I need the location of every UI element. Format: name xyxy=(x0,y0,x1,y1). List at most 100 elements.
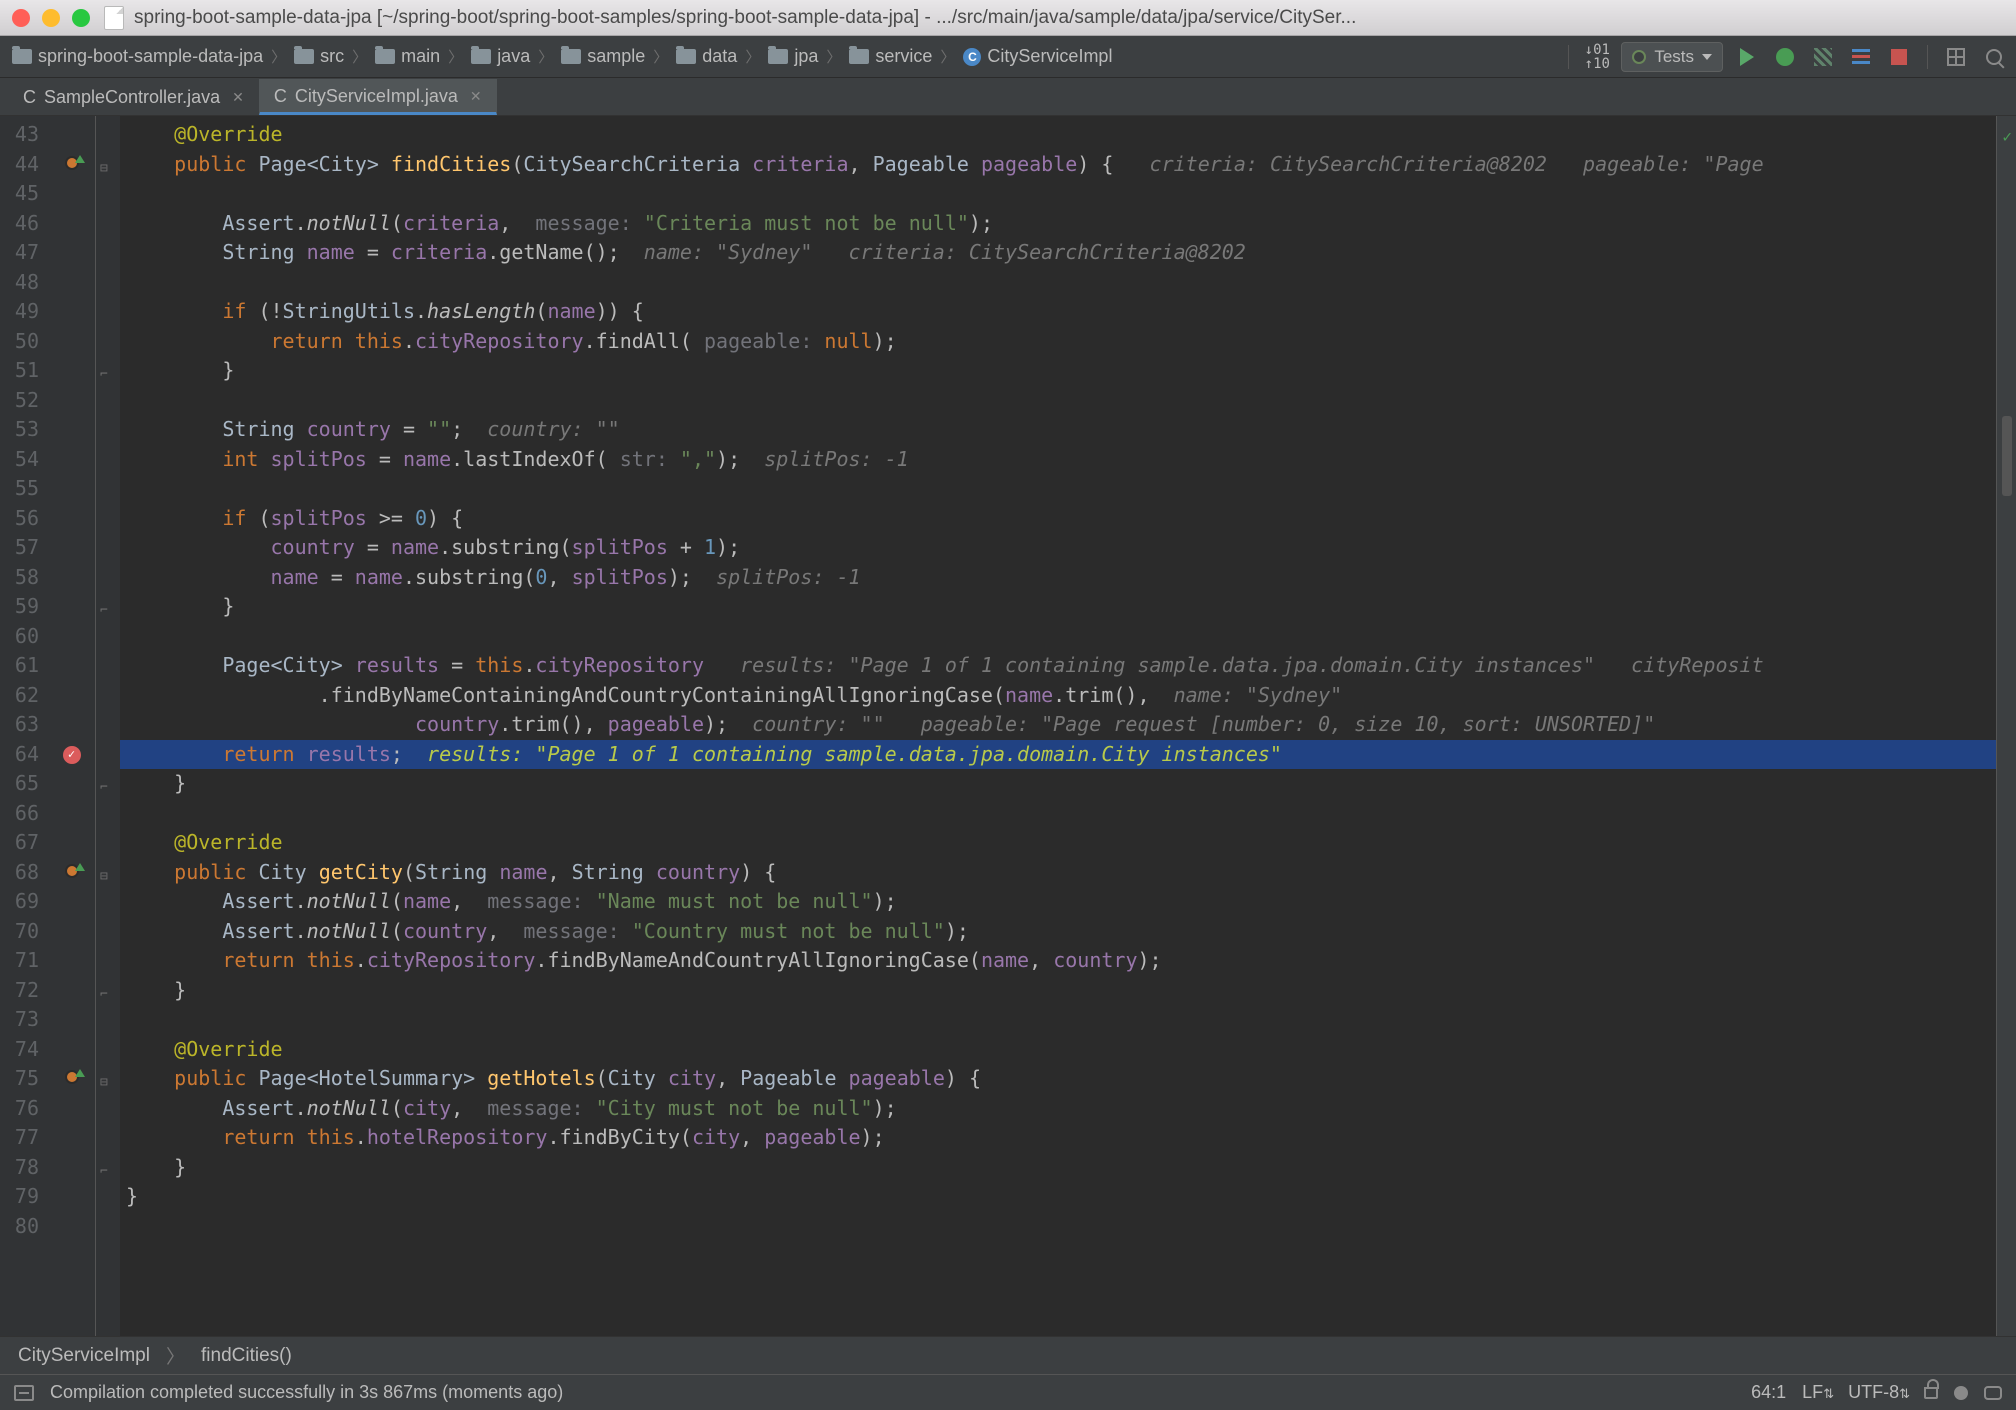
code-line-70[interactable]: Assert.notNull(country, message: "Countr… xyxy=(120,917,1996,947)
play-icon xyxy=(1740,48,1754,66)
code-line-48[interactable] xyxy=(120,268,1996,298)
bc-method[interactable]: findCities() xyxy=(201,1345,292,1367)
code-line-50[interactable]: return this.cityRepository.findAll( page… xyxy=(120,327,1996,357)
run-coverage-button[interactable] xyxy=(1809,43,1837,71)
folder-icon xyxy=(471,49,491,64)
code-editor[interactable]: 4344454647484950515253545556575859606162… xyxy=(0,116,2016,1336)
profile-button[interactable] xyxy=(1847,43,1875,71)
override-icon[interactable] xyxy=(65,864,79,878)
override-icon[interactable] xyxy=(65,156,79,170)
stop-button[interactable] xyxy=(1885,43,1913,71)
code-line-64[interactable]: return results; results: "Page 1 of 1 co… xyxy=(120,740,1996,770)
layout-button[interactable] xyxy=(1942,43,1970,71)
code-line-51[interactable]: } xyxy=(120,356,1996,386)
chevron-right-icon: 〉 xyxy=(166,1342,185,1369)
code-line-55[interactable] xyxy=(120,474,1996,504)
minimize-window[interactable] xyxy=(42,9,60,27)
fold-toggle[interactable]: ⌐ xyxy=(100,773,108,803)
breadcrumb-src[interactable]: src xyxy=(290,46,348,67)
folder-icon xyxy=(12,49,32,64)
code-line-79[interactable]: } xyxy=(120,1182,1996,1212)
fold-toggle[interactable]: ⌐ xyxy=(100,360,108,390)
code-line-78[interactable]: } xyxy=(120,1153,1996,1183)
code-line-57[interactable]: country = name.substring(splitPos + 1); xyxy=(120,533,1996,563)
close-tab-icon[interactable]: ✕ xyxy=(470,88,482,105)
breadcrumb-CityServiceImpl[interactable]: CCityServiceImpl xyxy=(959,46,1116,67)
code-line-72[interactable]: } xyxy=(120,976,1996,1006)
code-line-62[interactable]: .findByNameContainingAndCountryContainin… xyxy=(120,681,1996,711)
toolbar: ↓01↑10 Tests xyxy=(1564,42,2008,72)
run-config-label: Tests xyxy=(1654,47,1694,67)
code-line-43[interactable]: @Override xyxy=(120,120,1996,150)
run-config-selector[interactable]: Tests xyxy=(1621,42,1723,72)
code-line-73[interactable] xyxy=(120,1005,1996,1035)
code-line-52[interactable] xyxy=(120,386,1996,416)
code-line-67[interactable]: @Override xyxy=(120,828,1996,858)
code-line-53[interactable]: String country = ""; country: "" xyxy=(120,415,1996,445)
code-area[interactable]: @Override public Page<City> findCities(C… xyxy=(120,116,1996,1336)
code-line-54[interactable]: int splitPos = name.lastIndexOf( str: ",… xyxy=(120,445,1996,475)
debug-button[interactable] xyxy=(1771,43,1799,71)
breadcrumb-jpa[interactable]: jpa xyxy=(764,46,822,67)
code-line-61[interactable]: Page<City> results = this.cityRepository… xyxy=(120,651,1996,681)
profile-icon xyxy=(1852,49,1870,64)
code-line-66[interactable] xyxy=(120,799,1996,829)
zoom-window[interactable] xyxy=(72,9,90,27)
code-line-46[interactable]: Assert.notNull(criteria, message: "Crite… xyxy=(120,209,1996,239)
tab-CityServiceImpl.java[interactable]: CCityServiceImpl.java✕ xyxy=(259,79,497,115)
cursor-position[interactable]: 64:1 xyxy=(1751,1382,1786,1403)
close-tab-icon[interactable]: ✕ xyxy=(232,89,244,106)
code-line-75[interactable]: public Page<HotelSummary> getHotels(City… xyxy=(120,1064,1996,1094)
breadcrumb-main[interactable]: main xyxy=(371,46,444,67)
code-line-77[interactable]: return this.hotelRepository.findByCity(c… xyxy=(120,1123,1996,1153)
code-line-71[interactable]: return this.cityRepository.findByNameAnd… xyxy=(120,946,1996,976)
breadcrumb-data[interactable]: data xyxy=(672,46,741,67)
run-button[interactable] xyxy=(1733,43,1761,71)
code-line-49[interactable]: if (!StringUtils.hasLength(name)) { xyxy=(120,297,1996,327)
override-icon[interactable] xyxy=(65,1070,79,1084)
fold-toggle[interactable]: ⊟ xyxy=(100,154,108,184)
code-line-60[interactable] xyxy=(120,622,1996,652)
folder-icon xyxy=(561,49,581,64)
breakpoint-icon[interactable] xyxy=(63,746,81,764)
file-encoding[interactable]: UTF-8⇅ xyxy=(1848,1382,1908,1403)
tool-window-icon[interactable] xyxy=(14,1385,34,1401)
code-line-63[interactable]: country.trim(), pageable); country: "" p… xyxy=(120,710,1996,740)
code-line-59[interactable]: } xyxy=(120,592,1996,622)
window-titlebar: spring-boot-sample-data-jpa [~/spring-bo… xyxy=(0,0,2016,36)
code-line-80[interactable] xyxy=(120,1212,1996,1242)
user-icon[interactable] xyxy=(1954,1386,1968,1400)
fold-toggle[interactable]: ⊟ xyxy=(100,1068,108,1098)
notifications-icon[interactable] xyxy=(1984,1386,2002,1400)
code-line-68[interactable]: public City getCity(String name, String … xyxy=(120,858,1996,888)
code-line-58[interactable]: name = name.substring(0, splitPos); spli… xyxy=(120,563,1996,593)
search-everywhere-button[interactable] xyxy=(1980,43,2008,71)
error-stripe[interactable]: ✓ xyxy=(1996,116,2016,1336)
tab-SampleController.java[interactable]: CSampleController.java✕ xyxy=(8,79,259,115)
structure-breadcrumb[interactable]: CityServiceImpl 〉 findCities() xyxy=(0,1336,2016,1374)
scroll-thumb[interactable] xyxy=(2002,416,2012,496)
code-line-74[interactable]: @Override xyxy=(120,1035,1996,1065)
fold-toggle[interactable]: ⌐ xyxy=(100,1157,108,1187)
code-line-47[interactable]: String name = criteria.getName(); name: … xyxy=(120,238,1996,268)
readonly-lock-icon[interactable] xyxy=(1924,1387,1938,1399)
fold-toggle[interactable]: ⌐ xyxy=(100,980,108,1010)
sort-toggle-icon[interactable]: ↓01↑10 xyxy=(1583,43,1611,71)
bc-class[interactable]: CityServiceImpl xyxy=(18,1345,150,1367)
fold-toggle[interactable]: ⊟ xyxy=(100,862,108,892)
fold-toggle[interactable]: ⌐ xyxy=(100,596,108,626)
breadcrumb-java[interactable]: java xyxy=(467,46,534,67)
code-line-56[interactable]: if (splitPos >= 0) { xyxy=(120,504,1996,534)
folder-icon xyxy=(676,49,696,64)
breadcrumb-sample[interactable]: sample xyxy=(557,46,649,67)
line-separator[interactable]: LF⇅ xyxy=(1802,1382,1832,1403)
code-line-65[interactable]: } xyxy=(120,769,1996,799)
breadcrumb-spring-boot-sample-data-jpa[interactable]: spring-boot-sample-data-jpa xyxy=(8,46,267,67)
code-line-69[interactable]: Assert.notNull(name, message: "Name must… xyxy=(120,887,1996,917)
chevron-right-icon: 〉 xyxy=(653,46,668,67)
breadcrumb-service[interactable]: service xyxy=(845,46,936,67)
close-window[interactable] xyxy=(12,9,30,27)
code-line-44[interactable]: public Page<City> findCities(CitySearchC… xyxy=(120,150,1996,180)
code-line-76[interactable]: Assert.notNull(city, message: "City must… xyxy=(120,1094,1996,1124)
code-line-45[interactable] xyxy=(120,179,1996,209)
